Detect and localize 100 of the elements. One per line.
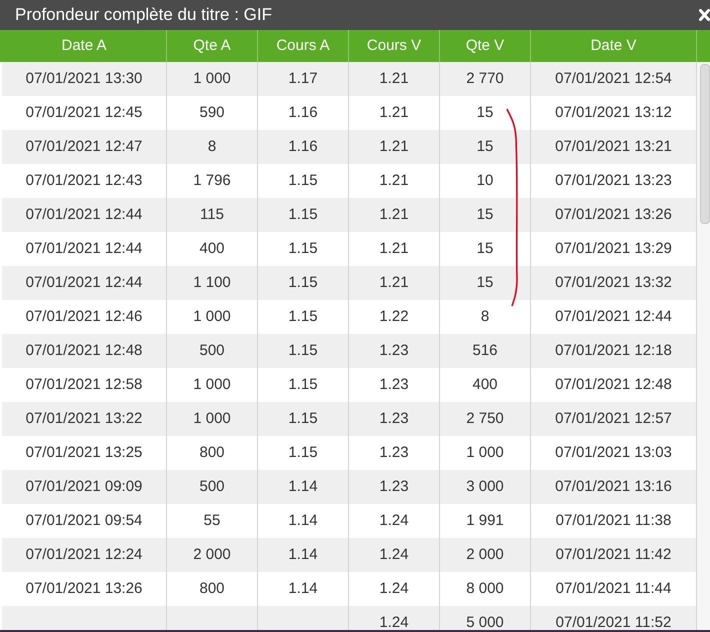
table-cell-text: 1.21 — [379, 170, 409, 191]
table-cell-text: 1 991 — [466, 510, 504, 531]
table-cell-text: 1.23 — [379, 374, 409, 395]
table-cell-text: 500 — [199, 340, 225, 361]
table-cell-text: 1.15 — [288, 272, 318, 293]
table-cell-text: 07/01/2021 13:25 — [26, 442, 142, 463]
table-cell-text: 1 000 — [193, 408, 231, 429]
table-cell-text: 1.14 — [288, 544, 318, 565]
table-cell-text: 8 — [480, 306, 490, 327]
table-cell-text: 1.24 — [379, 612, 409, 630]
table-cell-text: 07/01/2021 12:45 — [26, 102, 142, 123]
table-cell-text: 1.21 — [379, 272, 409, 293]
table-cell-text: 07/01/2021 12:47 — [26, 136, 142, 157]
table-cell-text: 07/01/2021 13:30 — [26, 68, 142, 89]
table-cell-text: 2 770 — [466, 68, 504, 89]
table-cell-text: 1 000 — [193, 374, 231, 395]
table-cell-text: 07/01/2021 13:26 — [555, 204, 672, 225]
table-cell-text: 1.15 — [288, 442, 318, 463]
table-cell-text: 15 — [476, 136, 494, 157]
table-cell-text: 8 — [208, 136, 216, 157]
table-cell-text: 07/01/2021 11:38 — [556, 510, 672, 531]
table-cell-text: 1.16 — [288, 136, 318, 157]
table-cell-text: 3 000 — [466, 476, 504, 497]
table-cell-text: 07/01/2021 12:57 — [555, 408, 672, 429]
table-cell-text: 15 — [476, 272, 494, 293]
table-cell-text: 07/01/2021 12:44 — [26, 272, 142, 293]
table-cell-text: 07/01/2021 12:54 — [555, 68, 672, 89]
table-cell-text: 1.15 — [288, 408, 318, 429]
scrollbar-thumb[interactable] — [700, 64, 710, 224]
table-cell-text: 07/01/2021 09:54 — [26, 510, 142, 531]
table-cell-text: 55 — [204, 510, 220, 531]
table-cell-text: 5 000 — [466, 612, 504, 630]
table-cell-text: 07/01/2021 13:12 — [555, 102, 672, 123]
table-cell-text: 1.15 — [288, 238, 318, 259]
table-cell-text: 8 000 — [466, 578, 504, 599]
table-cell-text: 400 — [472, 374, 498, 395]
table-cell-text: 07/01/2021 13:23 — [555, 170, 672, 191]
table-cell-text: 07/01/2021 11:42 — [556, 544, 672, 565]
table-cell-text: 07/01/2021 13:16 — [555, 476, 672, 497]
table-cell-text: 07/01/2021 13:03 — [555, 442, 672, 463]
table-cell-text: 1.23 — [379, 408, 409, 429]
table-cell-text: 1.22 — [379, 306, 409, 327]
table-cell-text: 1.24 — [379, 510, 409, 531]
table-cell-text: 590 — [199, 102, 225, 123]
table-cell-text: 1.15 — [288, 170, 318, 191]
table-cell-text: 15 — [476, 238, 494, 259]
table-cell-text: 07/01/2021 12:58 — [26, 374, 142, 395]
table-cell-text: 1.21 — [379, 238, 409, 259]
table-cell-text: 1.21 — [379, 136, 409, 157]
table-cell-text: 07/01/2021 09:09 — [26, 476, 142, 497]
table-cell-text: 07/01/2021 12:43 — [26, 170, 142, 191]
table-cell-text: 1 000 — [193, 68, 231, 89]
table-cell-text: 1.17 — [288, 68, 318, 89]
table-cell-text: 1 000 — [466, 442, 504, 463]
table-cell-text: 07/01/2021 12:18 — [555, 340, 672, 361]
table-cell-text: 07/01/2021 13:26 — [26, 578, 142, 599]
table-cell-text: 1.15 — [288, 204, 318, 225]
table-cell-text: 1.23 — [379, 442, 409, 463]
window-title: Profondeur complète du titre : GIF — [15, 4, 272, 26]
table-cell-text: 07/01/2021 12:44 — [26, 238, 142, 259]
table-cell-text: 07/01/2021 12:48 — [26, 340, 142, 361]
table-cell-text: 1.21 — [379, 102, 409, 123]
table-cell-text: 1.24 — [379, 544, 409, 565]
table-cell-text: 500 — [199, 476, 225, 497]
table-cell-text: 1 100 — [193, 272, 231, 293]
table-cell-text: 07/01/2021 11:44 — [556, 578, 672, 599]
close-icon[interactable] — [699, 9, 710, 21]
table-cell-text: 1.15 — [288, 374, 318, 395]
table-cell-text: 15 — [476, 102, 494, 123]
table-cell-text: 2 000 — [193, 544, 231, 565]
table-cell-text: 07/01/2021 12:44 — [26, 204, 142, 225]
table-cell-text: 115 — [200, 204, 224, 225]
table-cell-text: 1 796 — [193, 170, 231, 191]
table-cell-text: 1.14 — [288, 510, 318, 531]
table-cell-text: 1.14 — [288, 578, 318, 599]
table-cell-text: 15 — [476, 204, 494, 225]
table-cell-text: 1.14 — [288, 476, 318, 497]
table-cell-text: 1.21 — [379, 68, 409, 89]
table-cell-text: 10 — [476, 170, 494, 191]
table-cell-text: 07/01/2021 13:32 — [555, 272, 672, 293]
table-cell-text: 1.23 — [379, 476, 409, 497]
table-cell-text: 07/01/2021 12:46 — [26, 306, 142, 327]
table-cell-text: 1 000 — [193, 306, 231, 327]
table-cell-text: 516 — [472, 340, 498, 361]
table-cell-text: 1.24 — [379, 578, 409, 599]
table-cell-text: 07/01/2021 13:22 — [26, 408, 142, 429]
table-cell-text: 1.21 — [379, 204, 409, 225]
table-cell-text: 07/01/2021 12:24 — [26, 544, 142, 565]
table-cell-text: 2 750 — [466, 408, 504, 429]
table-cell-text: 1.16 — [288, 102, 318, 123]
table-cell-text: 07/01/2021 11:52 — [556, 612, 672, 630]
table-cell-text: 1.23 — [379, 340, 409, 361]
table-cell-text: 800 — [199, 578, 225, 599]
table-cell-text: 400 — [199, 238, 225, 259]
table-cell-text: 07/01/2021 13:29 — [555, 238, 672, 259]
table-cell-text: 800 — [199, 442, 225, 463]
table-cell-text: 07/01/2021 13:21 — [555, 136, 672, 157]
table-cell-text: 1.15 — [288, 340, 318, 361]
table-cell-text: 07/01/2021 12:48 — [555, 374, 672, 395]
table-cell-text: 1.15 — [288, 306, 318, 327]
